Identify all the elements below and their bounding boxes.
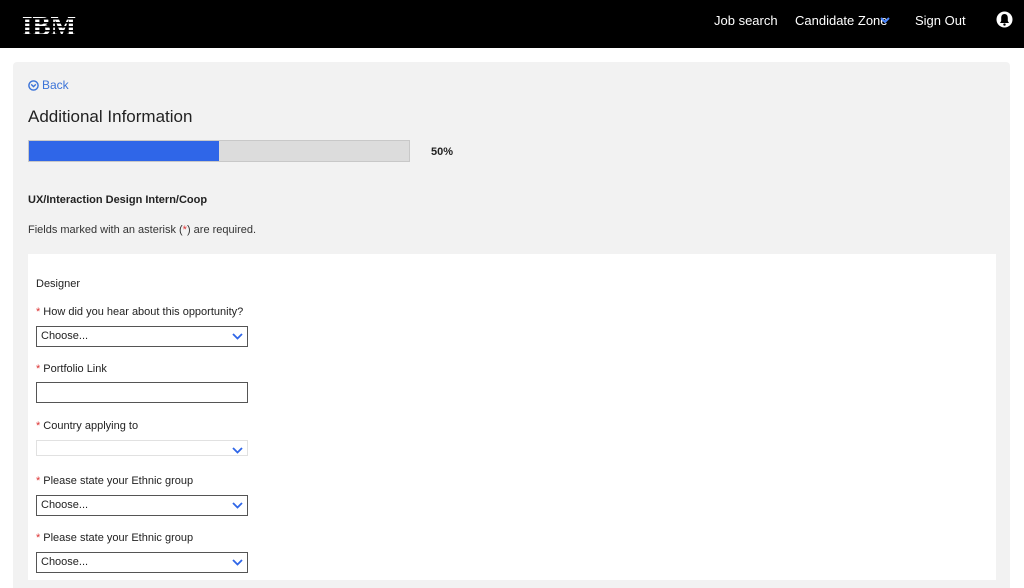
question-text: How did you hear about this opportunity?	[43, 306, 244, 318]
back-label: Back	[42, 78, 69, 92]
top-nav-bar: IBM Job search Candidate Zone Sign Out	[0, 0, 1024, 48]
progress-percent: 50%	[431, 146, 454, 158]
chevron-down-icon	[232, 447, 243, 454]
nav-job-search[interactable]: Job search	[714, 13, 778, 29]
question-label-portfolio-link: * Portfolio Link	[36, 362, 107, 376]
country-select[interactable]	[36, 440, 248, 456]
required-asterisk: *	[36, 306, 41, 318]
select-value: Choose...	[41, 499, 89, 511]
required-asterisk: *	[36, 532, 41, 544]
chevron-down-icon	[232, 333, 243, 340]
question-label-ethnic-group-2: * Please state your Ethnic group	[36, 531, 193, 545]
question-label-ethnic-group: * Please state your Ethnic group	[36, 474, 193, 488]
required-asterisk: *	[36, 420, 41, 432]
select-value: Choose...	[41, 330, 89, 342]
question-text: Please state your Ethnic group	[43, 532, 194, 544]
ethnic-group-select-2[interactable]: Choose...	[36, 552, 248, 573]
required-fields-note: Fields marked with an asterisk (*) are r…	[28, 223, 256, 237]
question-text: Country applying to	[43, 420, 139, 432]
required-asterisk: *	[36, 363, 41, 375]
chevron-down-icon	[232, 502, 243, 509]
nav-candidate-zone[interactable]: Candidate Zone	[795, 13, 888, 29]
form-section-title: Designer	[36, 278, 81, 290]
nav-sign-out[interactable]: Sign Out	[915, 13, 966, 29]
page-title: Additional Information	[28, 107, 193, 126]
select-value: Choose...	[41, 556, 89, 568]
required-note-suffix: ) are required.	[186, 224, 257, 236]
back-arrow-icon	[28, 79, 39, 91]
portfolio-link-input[interactable]	[36, 382, 248, 403]
question-text: Portfolio Link	[43, 363, 107, 375]
ethnic-group-select[interactable]: Choose...	[36, 495, 248, 516]
required-asterisk: *	[36, 475, 41, 487]
progress-bar	[28, 140, 410, 162]
progress-bar-fill	[29, 141, 219, 161]
question-text: Please state your Ethnic group	[43, 475, 194, 487]
required-note-prefix: Fields marked with an asterisk (	[28, 224, 183, 236]
chevron-down-icon[interactable]	[880, 17, 890, 24]
question-label-country: * Country applying to	[36, 419, 138, 433]
question-label-hear-about: * How did you hear about this opportunity…	[36, 305, 243, 319]
ibm-logo[interactable]: IBM	[22, 11, 92, 39]
back-link[interactable]: Back	[28, 77, 69, 93]
chevron-down-icon	[232, 559, 243, 566]
bell-icon[interactable]	[996, 10, 1013, 30]
hear-about-select[interactable]: Choose...	[36, 326, 248, 347]
job-title: UX/Interaction Design Intern/Coop	[28, 194, 208, 206]
